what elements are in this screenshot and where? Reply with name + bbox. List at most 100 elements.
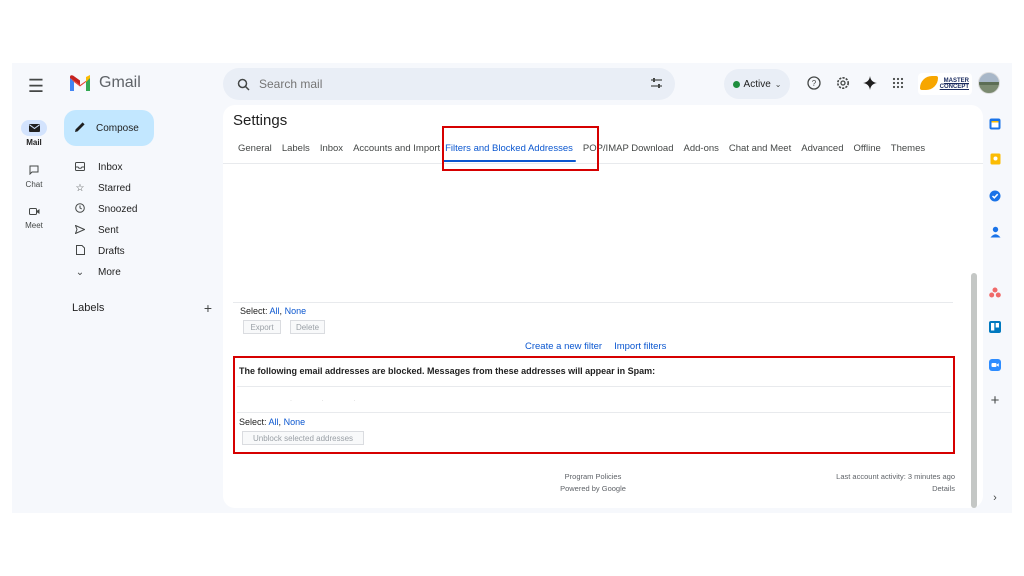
search-bar[interactable] [223, 68, 675, 100]
nav-item-starred[interactable]: ☆ Starred [64, 178, 224, 199]
tab-advanced[interactable]: Advanced [796, 141, 848, 156]
tab-general[interactable]: General [233, 141, 277, 156]
export-button[interactable]: Export [243, 320, 281, 334]
status-label: Active [743, 78, 771, 90]
labels-heading: Labels [72, 302, 105, 314]
rail-label: Meet [25, 221, 43, 230]
nav-item-sent[interactable]: Sent [64, 220, 224, 241]
blocked-divider-bottom [237, 412, 951, 413]
compose-label: Compose [96, 122, 139, 134]
powered-by-text: Powered by Google [560, 484, 626, 493]
blocked-divider-top [237, 386, 951, 387]
details-link[interactable]: Details [836, 483, 955, 495]
select-prefix: Select: [239, 417, 267, 427]
nav-label: Drafts [98, 246, 125, 257]
tab-accounts-and-import[interactable]: Accounts and Import [348, 141, 440, 156]
import-filters-link[interactable]: Import filters [614, 341, 666, 352]
search-options-icon[interactable] [650, 77, 663, 92]
gmail-window: ☰ Gmail Active ⌄ ? MAST [12, 63, 1012, 513]
settings-panel: Settings General Labels Inbox Accounts a… [223, 105, 983, 508]
blocked-heading: The following email addresses are blocke… [239, 366, 656, 376]
brand-text: MASTER CONCEPT [939, 78, 969, 90]
organization-logo[interactable]: MASTER CONCEPT [918, 73, 972, 95]
keep-icon[interactable] [988, 152, 1002, 166]
tab-chat-and-meet[interactable]: Chat and Meet [724, 141, 796, 156]
apps-grid-icon[interactable] [888, 73, 908, 93]
delete-button[interactable]: Delete [290, 320, 325, 334]
gmail-logo[interactable]: Gmail [69, 74, 141, 92]
create-filter-link[interactable]: Create a new filter [525, 341, 602, 352]
rail-meet[interactable]: Meet [21, 203, 47, 230]
rail-mail[interactable]: Mail [21, 120, 47, 147]
svg-text:?: ? [812, 79, 817, 88]
video-camera-icon [21, 203, 47, 219]
nav-item-drafts[interactable]: Drafts [64, 241, 224, 262]
gmail-m-icon [70, 75, 90, 91]
chat-icon [21, 162, 47, 178]
nav-item-more[interactable]: ⌄ More [64, 262, 224, 283]
select-prefix: Select: [240, 306, 268, 316]
nav-label: Starred [98, 183, 131, 194]
nav-label: Sent [98, 225, 119, 236]
asana-icon[interactable] [988, 285, 1002, 299]
highlight-box-tab [442, 126, 599, 171]
rail-label: Chat [25, 180, 43, 189]
scrollbar[interactable] [971, 273, 977, 508]
get-addons-icon[interactable]: + [988, 392, 1002, 409]
search-input[interactable] [259, 77, 650, 91]
rail-chat[interactable]: Chat [21, 162, 47, 189]
tab-themes[interactable]: Themes [886, 141, 930, 156]
nav-item-inbox[interactable]: Inbox [64, 157, 224, 178]
calendar-icon[interactable] [988, 117, 1002, 131]
tab-add-ons[interactable]: Add-ons [679, 141, 724, 156]
blocked-select-row: Select: All, None [239, 417, 306, 427]
program-policies-link[interactable]: Program Policies [553, 471, 633, 483]
last-activity-text: Last account activity: 3 minutes ago [836, 472, 955, 481]
contacts-icon[interactable] [988, 225, 1002, 239]
status-dot [732, 80, 740, 88]
tab-labels[interactable]: Labels [277, 141, 315, 156]
search-icon[interactable] [235, 76, 251, 92]
nav-label: Inbox [98, 162, 123, 173]
labels-section-header: Labels + [72, 300, 212, 316]
select-none-link[interactable]: None [284, 417, 306, 427]
rail-label: Mail [26, 138, 42, 147]
main-menu-icon[interactable]: ☰ [24, 74, 48, 98]
blocked-address-placeholder: · · · [290, 398, 370, 404]
pencil-icon [74, 121, 86, 136]
chevron-down-icon: ⌄ [774, 79, 782, 89]
status-selector[interactable]: Active ⌄ [724, 69, 790, 99]
zoom-icon[interactable] [988, 358, 1002, 372]
trello-icon[interactable] [988, 320, 1002, 334]
compose-button[interactable]: Compose [64, 110, 154, 146]
filters-select-row: Select: All, None [240, 306, 307, 316]
send-icon [74, 224, 86, 237]
blocked-addresses-section: The following email addresses are blocke… [233, 356, 955, 454]
select-all-link[interactable]: All [269, 417, 279, 427]
expand-side-panel-icon[interactable]: › [988, 491, 1002, 505]
unblock-selected-button[interactable]: Unblock selected addresses [242, 431, 364, 445]
help-icon[interactable]: ? [804, 73, 824, 93]
account-avatar[interactable] [978, 72, 1000, 94]
footer-links: Program Policies Powered by Google [553, 471, 633, 495]
star-icon: ☆ [75, 183, 85, 194]
tab-offline[interactable]: Offline [849, 141, 886, 156]
mail-icon [21, 120, 47, 136]
inbox-icon [74, 161, 86, 174]
app-name: Gmail [99, 74, 141, 91]
draft-icon [74, 245, 86, 258]
account-activity: Last account activity: 3 minutes ago Det… [836, 471, 955, 495]
add-label-icon[interactable]: + [204, 300, 212, 316]
tasks-icon[interactable] [988, 189, 1002, 203]
tab-inbox[interactable]: Inbox [315, 141, 348, 156]
tabs-divider [223, 163, 983, 164]
filters-divider [233, 302, 953, 303]
gemini-sparkle-icon[interactable] [860, 73, 880, 93]
nav-label: Snoozed [98, 204, 138, 215]
clock-icon [74, 203, 86, 216]
select-all-link[interactable]: All [270, 306, 280, 316]
filter-actions: Create a new filter Import filters [525, 341, 666, 352]
nav-item-snoozed[interactable]: Snoozed [64, 199, 224, 220]
select-none-link[interactable]: None [285, 306, 307, 316]
settings-gear-icon[interactable] [833, 73, 853, 93]
